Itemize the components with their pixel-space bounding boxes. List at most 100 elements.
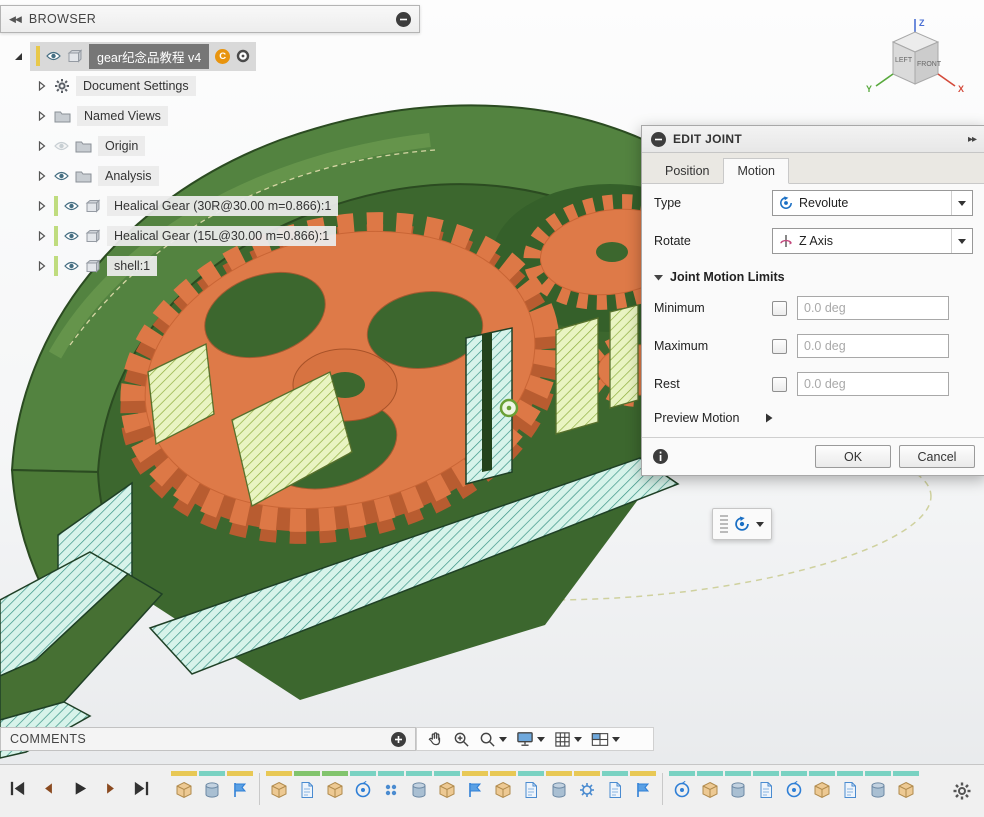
chevron-down-icon[interactable] [612, 737, 620, 742]
timeline-settings-gear-icon[interactable] [952, 781, 972, 801]
skip-to-end-button[interactable] [132, 779, 151, 798]
timeline-feature-cube[interactable] [321, 771, 349, 800]
skip-to-start-button[interactable] [8, 779, 27, 798]
chevron-down-icon[interactable] [574, 737, 582, 742]
maximum-input[interactable] [797, 334, 949, 358]
disclosure-collapsed-icon[interactable] [38, 141, 48, 151]
view-cube[interactable]: Z LEFT FRONT Y X [858, 16, 970, 108]
disclosure-collapsed-icon[interactable] [38, 201, 48, 211]
timeline-feature-cube[interactable] [696, 771, 724, 800]
preview-motion-row[interactable]: Preview Motion [642, 403, 984, 437]
tree-item-named-views[interactable]: Named Views [0, 101, 420, 131]
timeline-feature-gear[interactable] [573, 771, 601, 800]
timeline-feature-doc[interactable] [293, 771, 321, 800]
timeline-feature-cylinder[interactable] [724, 771, 752, 800]
drag-grip[interactable] [720, 515, 728, 533]
tree-item-label[interactable]: gear纪念品教程 v4 [89, 44, 209, 69]
timeline-feature-cube[interactable] [892, 771, 920, 800]
rotate-dropdown[interactable]: Z Axis [772, 228, 973, 254]
tree-item-document-settings[interactable]: Document Settings [0, 71, 420, 101]
disclosure-collapsed-icon[interactable] [38, 171, 48, 181]
disclosure-expanded-icon[interactable] [14, 52, 24, 61]
dialog-expand-icon[interactable]: ▸▸ [968, 134, 976, 145]
tree-item-label[interactable]: shell:1 [107, 256, 157, 276]
tree-item-label[interactable]: Origin [98, 136, 145, 156]
chevron-down-icon[interactable] [499, 737, 507, 742]
display-settings-icon[interactable] [516, 731, 545, 747]
maximum-checkbox[interactable] [772, 339, 787, 354]
timeline-feature-joint[interactable] [349, 771, 377, 800]
dialog-collapse-button[interactable] [651, 132, 666, 147]
disclosure-collapsed-icon[interactable] [38, 111, 48, 121]
timeline-feature-cube[interactable] [265, 771, 293, 800]
play-preview-icon[interactable] [765, 413, 773, 423]
timeline-feature-doc[interactable] [836, 771, 864, 800]
timeline-feature-joint[interactable] [668, 771, 696, 800]
pan-icon[interactable] [426, 730, 444, 748]
viewports-icon[interactable] [591, 732, 620, 747]
tree-item-origin[interactable]: Origin [0, 131, 420, 161]
tab-motion[interactable]: Motion [723, 158, 789, 184]
tree-item-shell[interactable]: shell:1 [0, 251, 420, 281]
tree-item-analysis[interactable]: Analysis [0, 161, 420, 191]
tab-position[interactable]: Position [651, 158, 723, 184]
timeline-feature-flag[interactable] [629, 771, 657, 800]
tree-item-label[interactable]: Analysis [98, 166, 159, 186]
record-ring-icon[interactable] [236, 49, 250, 63]
timeline-feature-doc[interactable] [601, 771, 629, 800]
disclosure-collapsed-icon[interactable] [38, 231, 48, 241]
disclosure-collapsed-icon[interactable] [38, 81, 48, 91]
tree-item-label[interactable]: Named Views [77, 106, 168, 126]
step-forward-button[interactable] [102, 780, 119, 797]
info-icon[interactable] [652, 448, 669, 465]
timeline-feature-doc[interactable] [752, 771, 780, 800]
disclosure-collapsed-icon[interactable] [38, 261, 48, 271]
tree-item-label[interactable]: Healical Gear (30R@30.00 m=0.866):1 [107, 196, 338, 216]
timeline-feature-cylinder[interactable] [864, 771, 892, 800]
eye-icon[interactable] [46, 51, 61, 61]
timeline-feature-cube[interactable] [433, 771, 461, 800]
revolute-icon[interactable] [734, 516, 750, 532]
timeline-feature-cylinder[interactable] [198, 771, 226, 800]
minimize-browser-button[interactable] [396, 12, 411, 27]
tree-item-label[interactable]: Healical Gear (15L@30.00 m=0.866):1 [107, 226, 336, 246]
joint-origin-marker[interactable] [501, 400, 517, 416]
minimum-checkbox[interactable] [772, 301, 787, 316]
tree-item-gear-15l[interactable]: Healical Gear (15L@30.00 m=0.866):1 [0, 221, 420, 251]
eye-icon[interactable] [64, 231, 79, 241]
zoom-fit-icon[interactable] [453, 731, 470, 748]
rest-input[interactable] [797, 372, 949, 396]
eye-hidden-icon[interactable] [54, 141, 69, 151]
rest-checkbox[interactable] [772, 377, 787, 392]
timeline-feature-dots[interactable] [377, 771, 405, 800]
tree-item-label[interactable]: Document Settings [76, 76, 196, 96]
joint-mini-toolbar[interactable] [712, 508, 772, 540]
step-back-button[interactable] [40, 780, 57, 797]
eye-icon[interactable] [64, 201, 79, 211]
play-button[interactable] [70, 779, 89, 798]
tree-item-root[interactable]: gear纪念品教程 v4 C [0, 41, 420, 71]
timeline-feature-cylinder[interactable] [405, 771, 433, 800]
timeline-feature-cylinder[interactable] [545, 771, 573, 800]
timeline-feature-cube[interactable] [808, 771, 836, 800]
collapse-panel-icon[interactable]: ◀◀ [9, 14, 21, 25]
timeline-feature-flag[interactable] [461, 771, 489, 800]
eye-icon[interactable] [54, 171, 69, 181]
tree-item-gear-30r[interactable]: Healical Gear (30R@30.00 m=0.866):1 [0, 191, 420, 221]
chevron-down-icon[interactable] [756, 522, 764, 527]
timeline-feature-cube[interactable] [170, 771, 198, 800]
add-comment-button[interactable] [391, 732, 406, 747]
timeline-feature-joint[interactable] [780, 771, 808, 800]
cancel-button[interactable]: Cancel [899, 445, 975, 468]
ok-button[interactable]: OK [815, 445, 891, 468]
joint-motion-limits-section[interactable]: Joint Motion Limits [642, 260, 984, 289]
eye-icon[interactable] [64, 261, 79, 271]
timeline-feature-cube[interactable] [489, 771, 517, 800]
timeline-feature-flag[interactable] [226, 771, 254, 800]
chevron-down-icon[interactable] [537, 737, 545, 742]
type-dropdown[interactable]: Revolute [772, 190, 973, 216]
timeline-feature-doc[interactable] [517, 771, 545, 800]
minimum-input[interactable] [797, 296, 949, 320]
zoom-icon[interactable] [479, 731, 507, 748]
grid-display-icon[interactable] [554, 731, 582, 748]
